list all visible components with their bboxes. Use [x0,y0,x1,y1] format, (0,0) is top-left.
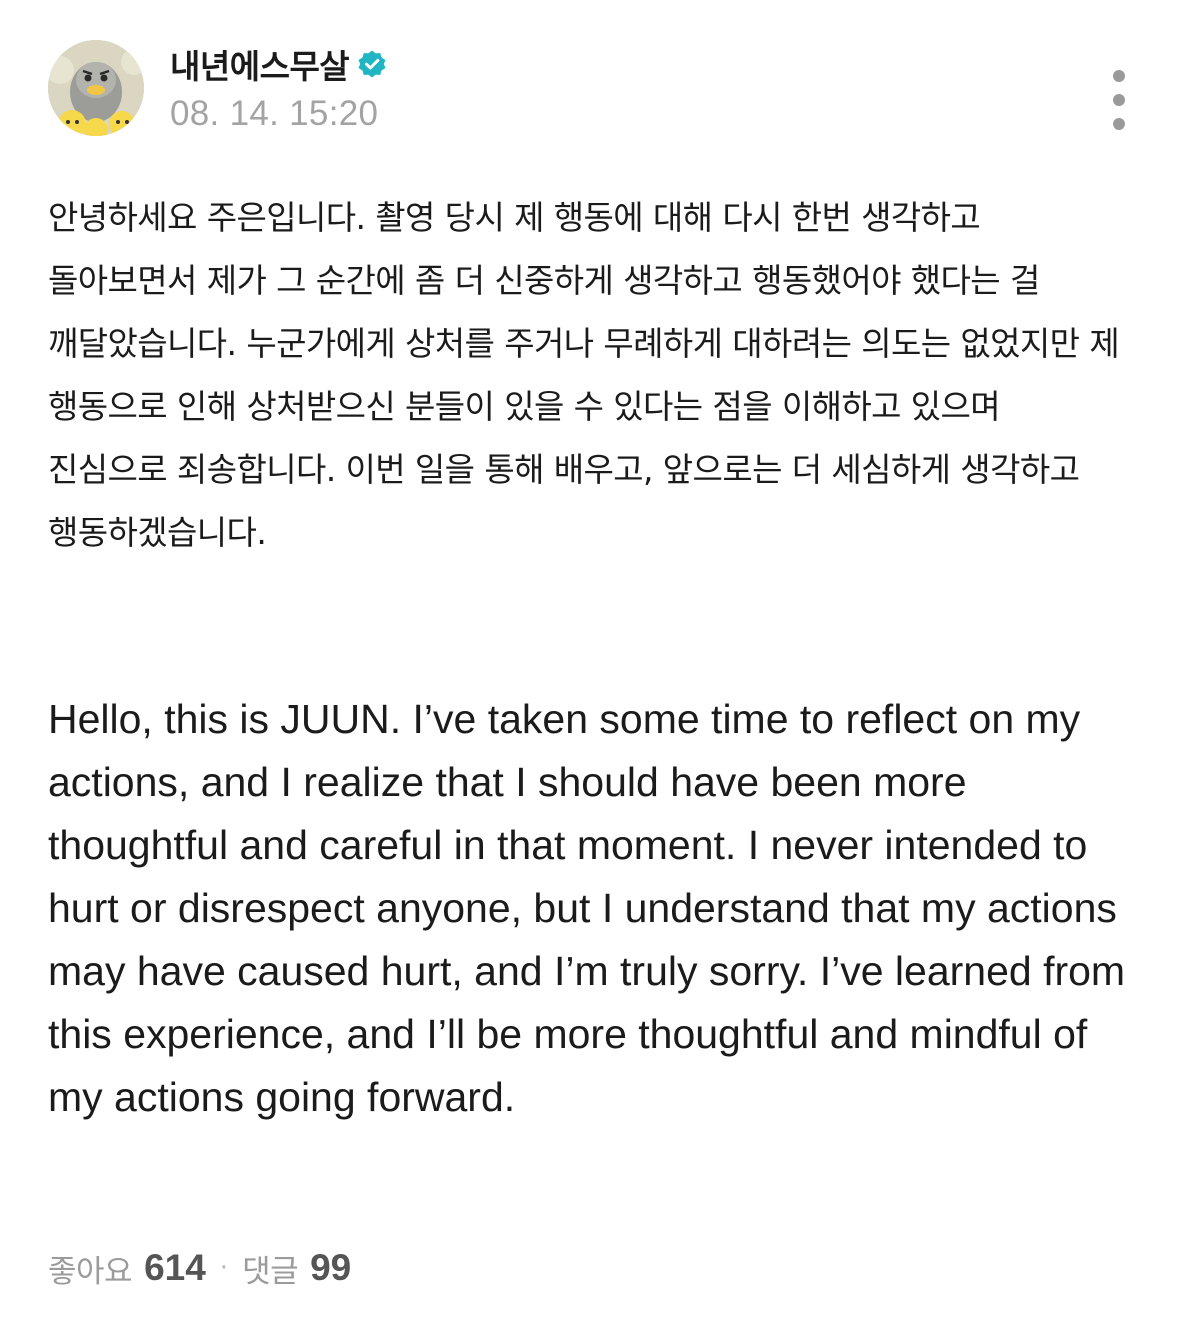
post-body-english: Hello, this is JUUN. I’ve taken some tim… [48,696,1126,1120]
author-info: 내년에스무살 08. 14. 15:20 [170,42,387,134]
post-card: 내년에스무살 08. 14. 15:20 안녕하세요 주은입니다. 촬영 당시 … [0,0,1179,1327]
comments-label: 댓글 [242,1253,299,1290]
post-footer: 좋아요 614 · 댓글 99 [48,1243,351,1293]
author-name[interactable]: 내년에스무살 [170,40,350,88]
footer-separator: · [219,1253,229,1283]
post-timestamp: 08. 14. 15:20 [170,94,379,133]
verified-badge-icon [357,49,387,79]
likes-button[interactable]: 좋아요 614 [48,1246,206,1291]
more-vertical-icon-dot [1113,118,1125,130]
more-vertical-icon-dot [1113,94,1125,106]
post-header: 내년에스무살 08. 14. 15:20 [48,40,1131,140]
author-avatar[interactable] [48,40,144,136]
post-body-korean: 안녕하세요 주은입니다. 촬영 당시 제 행동에 대해 다시 한번 생각하고 돌… [48,198,1120,552]
avatar-duck-illustration [48,40,144,136]
more-vertical-icon-dot [1113,70,1125,82]
likes-label: 좋아요 [48,1253,133,1290]
author-row: 내년에스무살 [170,42,387,86]
comments-count: 99 [310,1247,352,1288]
likes-count: 614 [144,1247,206,1288]
more-options-button[interactable] [1107,70,1131,132]
comments-button[interactable]: 댓글 99 [242,1246,351,1291]
